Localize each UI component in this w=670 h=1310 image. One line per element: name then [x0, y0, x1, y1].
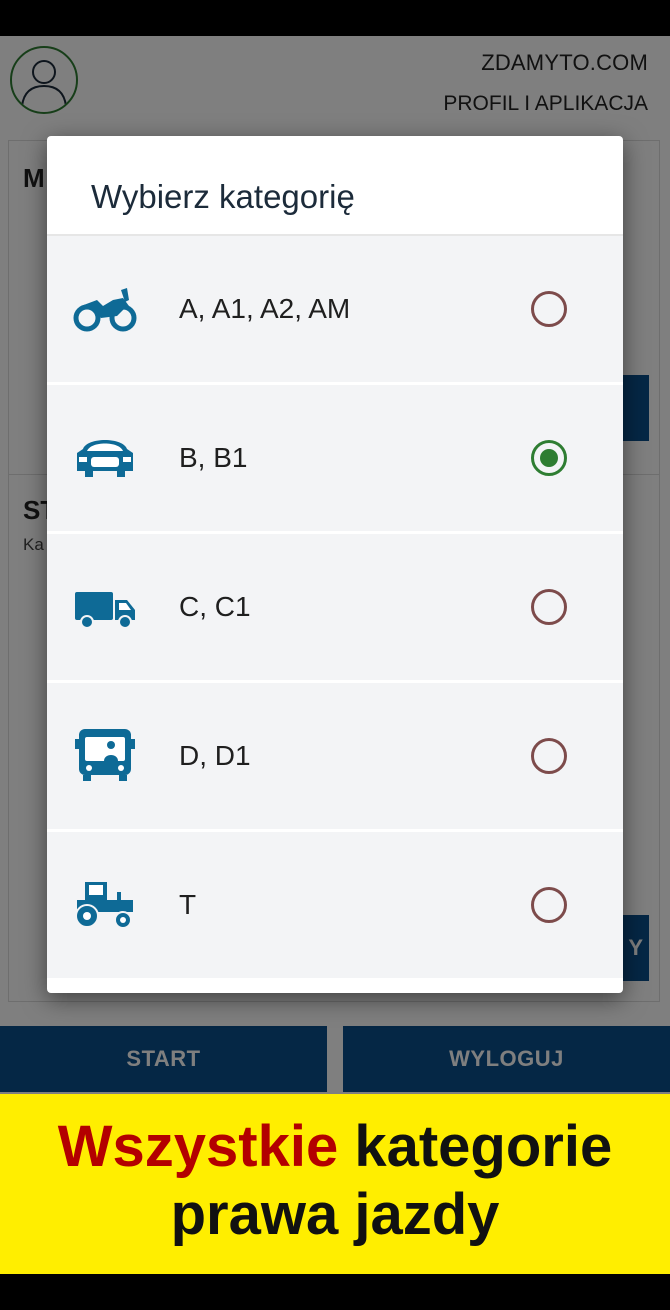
bus-icon: [75, 729, 135, 781]
category-label: C, C1: [179, 591, 251, 622]
banner-headline: Wszystkie kategorie: [0, 1114, 670, 1180]
truck-icon: [75, 592, 135, 629]
radio-button-a[interactable]: [531, 291, 567, 327]
category-label: T: [179, 889, 197, 920]
category-option-a[interactable]: A, A1, A2, AM: [47, 236, 623, 385]
category-option-c[interactable]: C, C1: [47, 534, 623, 683]
promo-banner: Wszystkie kategorie prawa jazdy: [0, 1094, 670, 1274]
category-dialog: Wybierz kategorię A, A1, A2, AM B, B1 C,…: [47, 136, 623, 993]
category-label: A, A1, A2, AM: [179, 293, 351, 324]
category-label: B, B1: [179, 442, 248, 473]
category-option-b[interactable]: B, B1: [47, 385, 623, 534]
radio-button-d[interactable]: [531, 738, 567, 774]
radio-button-b-selected[interactable]: [531, 440, 567, 476]
banner-highlight: Wszystkie: [57, 1114, 339, 1179]
car-icon: [77, 440, 133, 477]
bottom-bar: [0, 1274, 670, 1310]
category-list: A, A1, A2, AM B, B1 C, C1 D, D1 T: [47, 236, 623, 981]
category-option-d[interactable]: D, D1: [47, 683, 623, 832]
category-label: D, D1: [179, 740, 251, 771]
motorcycle-icon: [73, 288, 137, 332]
dialog-title: Wybierz kategorię: [91, 178, 355, 215]
radio-button-t[interactable]: [531, 887, 567, 923]
tractor-icon: [75, 882, 133, 929]
banner-subline: prawa jazdy: [170, 1182, 500, 1247]
category-option-t[interactable]: T: [47, 832, 623, 981]
banner-headline-rest: kategorie: [354, 1114, 613, 1179]
radio-button-c[interactable]: [531, 589, 567, 625]
